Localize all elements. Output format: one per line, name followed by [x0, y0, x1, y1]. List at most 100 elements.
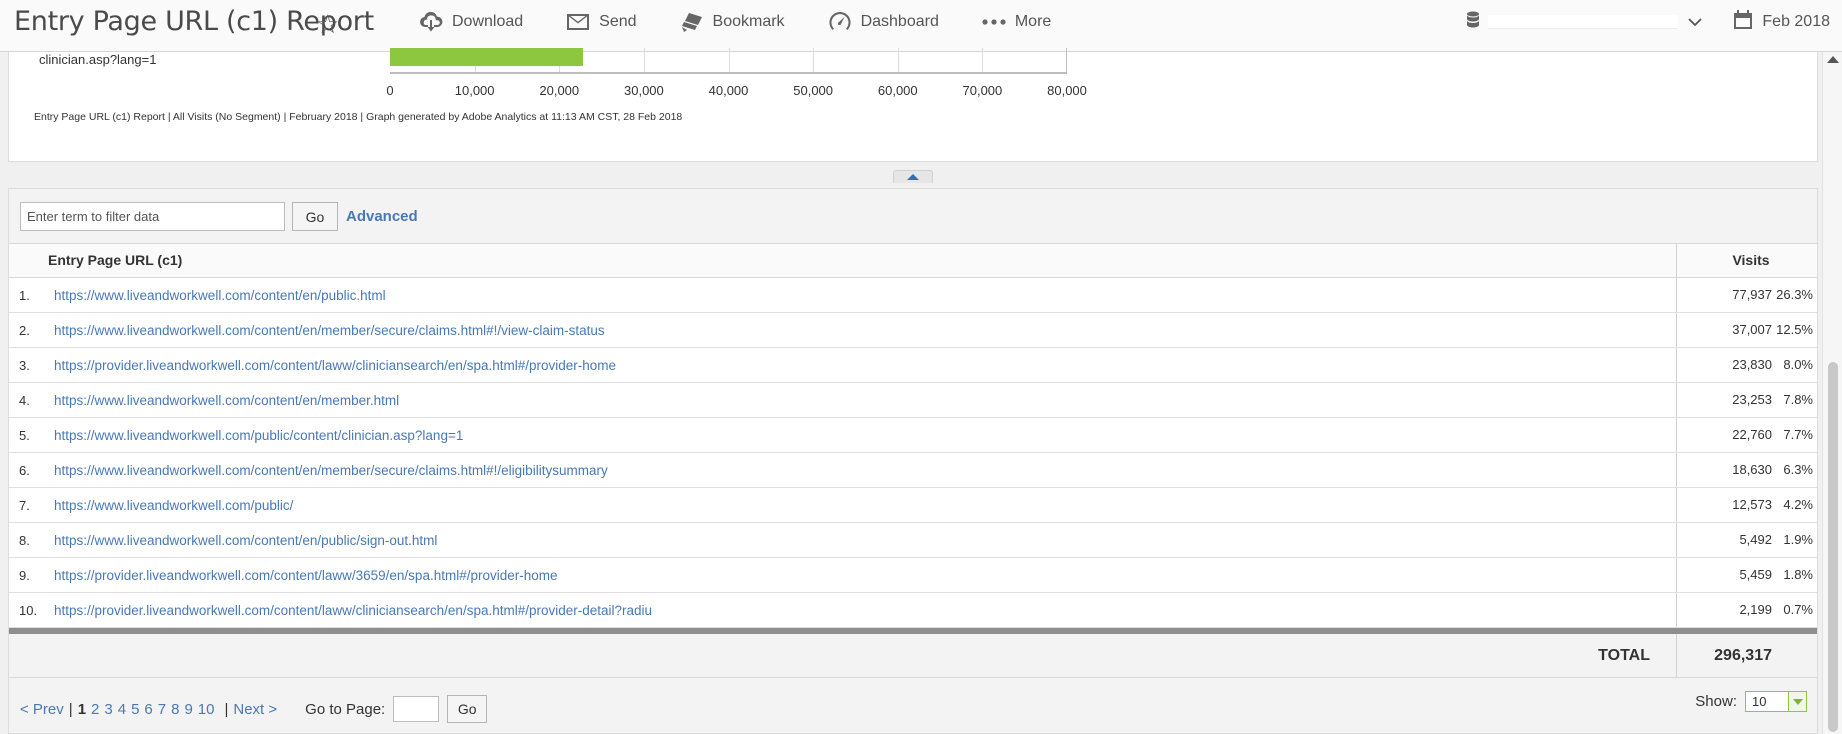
- chart-gridline: [897, 48, 899, 72]
- table-row: 4. https://www.liveandworkwell.com/conten…: [9, 383, 1817, 418]
- row-rank: 2.: [19, 322, 30, 338]
- visits-percent: 4.2%: [1783, 497, 1813, 512]
- page-link-5[interactable]: 5: [131, 701, 139, 718]
- download-button[interactable]: Download: [418, 11, 523, 33]
- entry-page-link[interactable]: https://www.liveandworkwell.com/content/…: [54, 463, 608, 478]
- chevron-down-icon[interactable]: [1688, 14, 1703, 30]
- row-rank: 1.: [19, 287, 30, 303]
- envelope-icon: [565, 11, 591, 33]
- filter-go-button[interactable]: Go: [292, 202, 338, 231]
- table-row: 7. https://www.liveandworkwell.com/public…: [9, 488, 1817, 523]
- prev-page-link[interactable]: < Prev: [20, 701, 64, 718]
- page-link-6[interactable]: 6: [144, 701, 152, 718]
- visits-value: 22,760: [1732, 427, 1772, 442]
- dropdown-arrow-icon: [1788, 692, 1806, 711]
- chart-x-axis-line: [390, 72, 1067, 74]
- entry-page-link[interactable]: https://provider.liveandworkwell.com/con…: [54, 568, 558, 583]
- page-number-list: 1 2 3 4 5 6 7 8 9 10: [78, 701, 220, 718]
- goto-page-input[interactable]: [393, 696, 440, 722]
- date-range-picker[interactable]: Feb 2018: [1732, 9, 1830, 35]
- advanced-filter-link[interactable]: Advanced: [346, 208, 418, 225]
- table-body: 1. https://www.liveandworkwell.com/conten…: [9, 278, 1817, 628]
- report-suite-selector[interactable]: [1488, 15, 1679, 29]
- next-page-link[interactable]: Next >: [233, 701, 277, 718]
- visits-value: 37,007: [1732, 322, 1772, 337]
- visits-value: 23,830: [1732, 357, 1772, 372]
- column-header-entry-page[interactable]: Entry Page URL (c1): [9, 244, 1677, 277]
- entry-page-cell: 1. https://www.liveandworkwell.com/conten…: [9, 278, 1677, 312]
- page-link-7[interactable]: 7: [158, 701, 166, 718]
- page-link-9[interactable]: 9: [184, 701, 192, 718]
- favorite-star-icon[interactable]: ☆: [316, 9, 339, 40]
- chart-gridline: [982, 48, 984, 72]
- total-label: TOTAL: [9, 634, 1677, 677]
- total-visits-value: 296,317: [1714, 647, 1772, 664]
- pager-divider: |: [224, 700, 229, 718]
- entry-page-link[interactable]: https://www.liveandworkwell.com/content/…: [54, 393, 399, 408]
- visits-percent: 1.8%: [1783, 567, 1813, 582]
- entry-page-cell: 2. https://www.liveandworkwell.com/conten…: [9, 313, 1677, 347]
- rows-per-page-select[interactable]: 10: [1745, 691, 1807, 712]
- row-rank: 10.: [19, 602, 38, 618]
- x-tick-label: 50,000: [793, 83, 834, 98]
- entry-page-cell: 3. https://provider.liveandworkwell.com/c…: [9, 348, 1677, 382]
- page-scrollbar[interactable]: [1822, 52, 1842, 734]
- dashboard-button[interactable]: Dashboard: [827, 11, 939, 33]
- visits-percent: 6.3%: [1783, 462, 1813, 477]
- chart-gridline: [643, 48, 645, 72]
- report-table: Entry Page URL (c1) Visits 1. https://www…: [9, 243, 1817, 678]
- entry-page-cell: 6. https://www.liveandworkwell.com/conten…: [9, 453, 1677, 487]
- page-link-8[interactable]: 8: [171, 701, 179, 718]
- table-row: 3. https://provider.liveandworkwell.com/c…: [9, 348, 1817, 383]
- rows-per-page-value: 10: [1752, 694, 1767, 709]
- entry-page-cell: 5. https://www.liveandworkwell.com/public…: [9, 418, 1677, 452]
- report-header: Entry Page URL (c1) Report ☆ Download Se…: [0, 0, 1842, 52]
- entry-page-link[interactable]: https://www.liveandworkwell.com/content/…: [54, 533, 437, 548]
- visits-percent: 12.5%: [1776, 322, 1813, 337]
- date-label: Feb 2018: [1762, 13, 1830, 30]
- entry-page-link[interactable]: https://www.liveandworkwell.com/public/: [54, 498, 293, 513]
- goto-page-button[interactable]: Go: [447, 695, 488, 723]
- table-row: 10. https://provider.liveandworkwell.com/…: [9, 593, 1817, 628]
- show-label: Show:: [1695, 693, 1737, 710]
- page-link-4[interactable]: 4: [118, 701, 126, 718]
- visits-percent: 1.9%: [1783, 532, 1813, 547]
- filter-input[interactable]: [20, 202, 285, 231]
- send-button[interactable]: Send: [565, 11, 637, 33]
- row-rank: 5.: [19, 427, 30, 443]
- column-header-visits[interactable]: Visits: [1677, 244, 1817, 277]
- entry-page-link[interactable]: https://www.liveandworkwell.com/content/…: [54, 323, 605, 338]
- page-link-3[interactable]: 3: [104, 701, 112, 718]
- x-tick-label: 20,000: [539, 83, 580, 98]
- visits-percent: 8.0%: [1783, 357, 1813, 372]
- entry-page-cell: 8. https://www.liveandworkwell.com/conten…: [9, 523, 1677, 557]
- x-tick-label: 60,000: [877, 83, 918, 98]
- bookmark-button[interactable]: Bookmark: [679, 11, 785, 33]
- page-link-10[interactable]: 10: [198, 701, 215, 718]
- scroll-thumb[interactable]: [1828, 362, 1838, 732]
- entry-page-link[interactable]: https://provider.liveandworkwell.com/con…: [54, 603, 652, 618]
- report-toolbar: Download Send Bookmark Dashboard More: [418, 0, 1093, 44]
- page-link-1[interactable]: 1: [78, 701, 86, 718]
- entry-page-link[interactable]: https://provider.liveandworkwell.com/con…: [54, 358, 616, 373]
- goto-page-label: Go to Page:: [305, 700, 386, 718]
- graph-panel: clinician.asp?lang=1 0 10,000 20,000 30,000…: [8, 48, 1818, 162]
- visits-value: 12,573: [1732, 497, 1772, 512]
- table-header: Entry Page URL (c1) Visits: [9, 243, 1817, 278]
- dashboard-gauge-icon: [827, 11, 853, 33]
- collapse-graph-toggle[interactable]: [893, 170, 933, 183]
- scroll-up-arrow-icon[interactable]: [1827, 56, 1839, 63]
- pagination: < Prev | 1 2 3 4 5 6 7 8 9 10 | Next > Go to Page…: [20, 695, 488, 723]
- row-rank: 8.: [19, 532, 30, 548]
- page-link-2[interactable]: 2: [91, 701, 99, 718]
- row-rank: 6.: [19, 462, 30, 478]
- entry-page-link[interactable]: https://www.liveandworkwell.com/public/c…: [54, 428, 463, 443]
- visits-value: 2,199: [1739, 602, 1772, 617]
- bar-clinician-asp[interactable]: [390, 48, 583, 66]
- arrow-up-icon: [907, 174, 919, 180]
- entry-page-link[interactable]: https://www.liveandworkwell.com/content/…: [54, 288, 386, 303]
- more-button[interactable]: More: [981, 11, 1051, 33]
- total-row: TOTAL 296,317: [9, 634, 1817, 678]
- x-tick-label: 0: [386, 83, 394, 98]
- chart-gridline: [813, 48, 815, 72]
